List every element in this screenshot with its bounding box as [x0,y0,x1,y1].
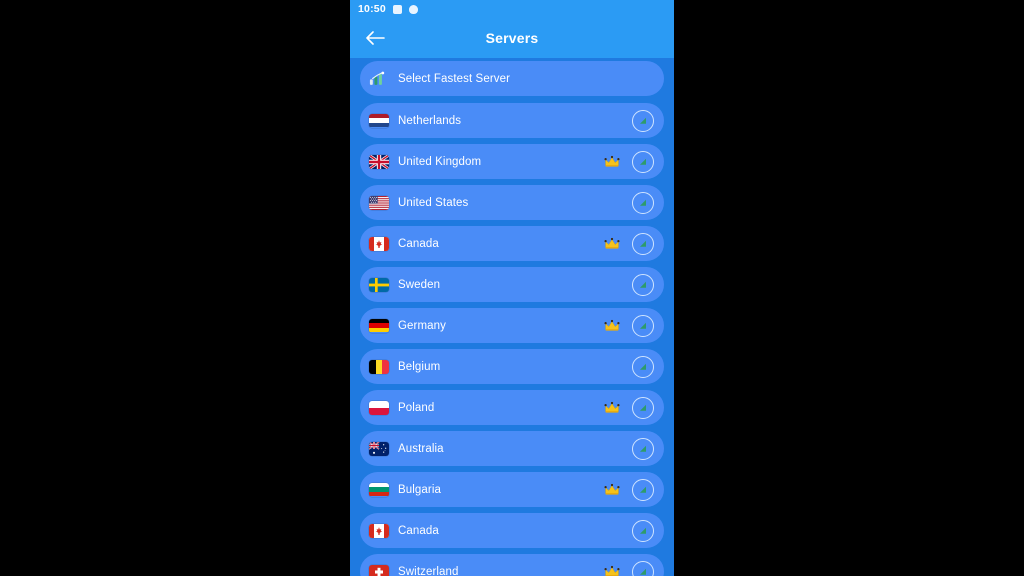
belgium-flag-icon [369,359,389,374]
premium-crown-badge [604,401,620,414]
server-row[interactable]: Canada [360,513,664,548]
server-row[interactable]: Belgium [360,349,664,384]
server-name-label: Switzerland [398,565,459,576]
poland-flag-icon [369,400,389,415]
united-kingdom-flag-icon [369,154,389,169]
server-row[interactable]: Netherlands [360,103,664,138]
signal-strength-icon [640,445,646,452]
app-header: Servers [350,18,674,58]
canada-flag-icon [369,523,389,538]
status-bar-time: 10:50 [358,3,386,15]
premium-crown-badge [604,565,620,576]
signal-strength-icon [640,404,646,411]
server-name-label: Sweden [398,278,441,291]
canada-flag-icon [369,236,389,251]
server-row[interactable]: Germany [360,308,664,343]
server-signal-indicator[interactable] [632,478,654,501]
crown-icon [604,483,620,495]
phone-screen: 10:50 Servers Select Fastest Server Neth… [350,0,674,576]
server-name-label: United States [398,196,469,209]
server-signal-indicator[interactable] [632,519,654,542]
server-signal-indicator[interactable] [632,109,654,132]
server-name-label: Bulgaria [398,483,441,496]
app-badge-icon [392,4,402,14]
server-name-label: Canada [398,524,439,537]
server-name-label: Australia [398,442,444,455]
signal-strength-icon [640,240,646,247]
signal-strength-icon [640,281,646,288]
signal-strength-icon [640,322,646,329]
premium-crown-badge [604,155,620,168]
signal-strength-icon [640,199,646,206]
switzerland-flag-icon [369,564,389,576]
signal-strength-icon [640,158,646,165]
server-row[interactable]: Canada [360,226,664,261]
sweden-flag-icon [369,277,389,292]
crown-icon [604,319,620,331]
crown-icon [604,237,620,249]
server-name-label: Canada [398,237,439,250]
signal-strength-icon [640,117,646,124]
server-signal-indicator[interactable] [632,232,654,255]
server-row[interactable]: United States [360,185,664,220]
status-bar: 10:50 [350,0,674,18]
back-arrow-icon [366,31,385,45]
server-name-label: Netherlands [398,114,462,127]
server-name-label: Poland [398,401,435,414]
server-rows-container: Netherlands United Kingdom United States Ca… [350,103,674,576]
fastest-server-icon [369,71,385,85]
crown-icon [604,401,620,413]
shield-icon [408,4,418,14]
premium-crown-badge [604,483,620,496]
server-signal-indicator[interactable] [632,150,654,173]
premium-crown-badge [604,319,620,332]
united-states-flag-icon [369,195,389,210]
bulgaria-flag-icon [369,482,389,497]
server-row[interactable]: Bulgaria [360,472,664,507]
server-signal-indicator[interactable] [632,396,654,419]
server-row[interactable]: Australia [360,431,664,466]
signal-strength-icon [640,527,646,534]
crown-icon [604,155,620,167]
server-signal-indicator[interactable] [632,314,654,337]
server-name-label: Belgium [398,360,441,373]
server-signal-indicator[interactable] [632,355,654,378]
server-row[interactable]: Sweden [360,267,664,302]
signal-strength-icon [640,363,646,370]
germany-flag-icon [369,318,389,333]
signal-strength-icon [640,568,646,575]
server-row[interactable]: Poland [360,390,664,425]
page-title: Servers [485,30,539,46]
server-signal-indicator[interactable] [632,560,654,576]
server-row[interactable]: Switzerland [360,554,664,576]
screenshot-canvas: 10:50 Servers Select Fastest Server Neth… [0,0,1024,576]
server-signal-indicator[interactable] [632,437,654,460]
row-label: Select Fastest Server [398,72,511,85]
server-name-label: Germany [398,319,446,332]
premium-crown-badge [604,237,620,250]
select-fastest-server-row[interactable]: Select Fastest Server [360,61,664,96]
server-row[interactable]: United Kingdom [360,144,664,179]
australia-flag-icon [369,441,389,456]
crown-icon [604,565,620,576]
back-button[interactable] [362,25,388,51]
server-list[interactable]: Select Fastest Server Netherlands United … [350,58,674,576]
netherlands-flag-icon [369,113,389,128]
signal-strength-icon [640,486,646,493]
server-signal-indicator[interactable] [632,273,654,296]
server-name-label: United Kingdom [398,155,482,168]
server-signal-indicator[interactable] [632,191,654,214]
